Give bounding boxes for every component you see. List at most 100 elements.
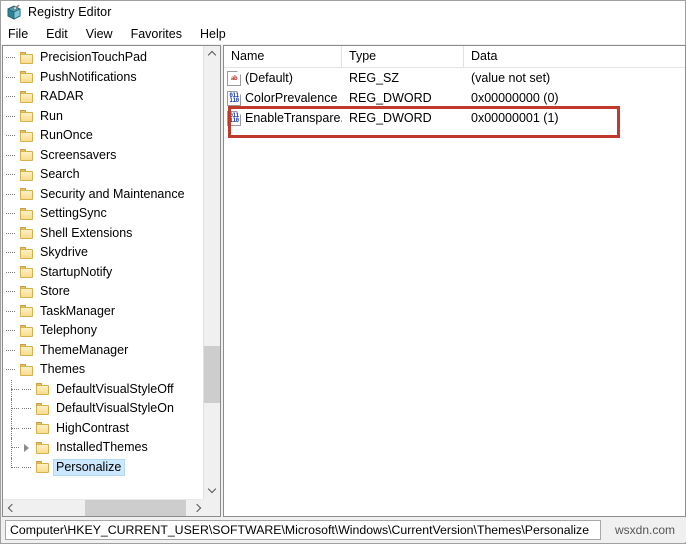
folder-icon — [19, 324, 35, 338]
folder-icon — [19, 187, 35, 201]
folder-icon — [19, 90, 35, 104]
value-row[interactable]: ab (Default) REG_SZ (value not set) — [224, 68, 685, 88]
folder-icon — [35, 382, 51, 396]
tree-item-label: Security and Maintenance — [40, 186, 185, 201]
registry-values-pane[interactable]: Name Type Data ab (Default) REG_SZ (value n… — [223, 45, 686, 517]
chevron-up-icon — [209, 51, 216, 58]
tree-item-precisiontouchpad[interactable]: PrecisionTouchPad — [3, 48, 199, 68]
tree-connector-icon — [3, 243, 19, 262]
folder-icon — [19, 343, 35, 357]
tree-item-run[interactable]: Run — [3, 107, 199, 127]
folder-icon — [19, 304, 35, 318]
tree-item-installedthemes[interactable]: InstalledThemes — [3, 438, 199, 458]
value-row[interactable]: 011 110 EnableTranspare... REG_DWORD 0x00000… — [224, 108, 685, 128]
tree-item-label: Run — [40, 108, 63, 123]
value-type-cell: REG_DWORD — [349, 111, 432, 125]
value-data-cell: 0x00000001 (1) — [471, 111, 559, 125]
folder-icon — [19, 129, 35, 143]
value-row[interactable]: 011 110 ColorPrevalence REG_DWORD 0x00000000… — [224, 88, 685, 108]
tree-item-label: Telephony — [40, 323, 97, 338]
dword-value-icon: 011 110 — [227, 90, 241, 106]
registry-tree-pane[interactable]: PrecisionTouchPad PushNotifications RADAR R… — [2, 45, 221, 517]
tree-item-taskmanager[interactable]: TaskManager — [3, 302, 199, 322]
menu-help[interactable]: Help — [200, 25, 235, 43]
window-title: Registry Editor — [28, 5, 112, 19]
tree-item-themes[interactable]: Themes — [3, 360, 199, 380]
registry-tree-list[interactable]: PrecisionTouchPad PushNotifications RADAR R… — [3, 48, 199, 480]
tree-item-security-and-maintenance[interactable]: Security and Maintenance — [3, 185, 199, 205]
menu-file[interactable]: File — [8, 25, 37, 43]
column-header-name[interactable]: Name — [224, 46, 342, 67]
folder-icon — [35, 402, 51, 416]
registry-path-text: Computer\HKEY_CURRENT_USER\SOFTWARE\Micr… — [10, 522, 590, 537]
tree-item-label: Skydrive — [40, 245, 88, 260]
tree-connector-icon — [3, 68, 19, 87]
menu-view[interactable]: View — [86, 25, 122, 43]
tree-connector-icon — [3, 302, 19, 321]
tree-connector-icon — [3, 263, 19, 282]
horizontal-scroll-thumb[interactable] — [85, 500, 186, 516]
tree-item-startupnotify[interactable]: StartupNotify — [3, 263, 199, 283]
tree-item-label: UFH — [37, 478, 70, 480]
tree-item-label: SettingSync — [40, 206, 107, 221]
value-data-cell: 0x00000000 (0) — [471, 91, 559, 105]
main-content: PrecisionTouchPad PushNotifications RADAR R… — [2, 45, 686, 517]
vertical-scroll-thumb[interactable] — [204, 346, 220, 403]
tree-item-thememanager[interactable]: ThemeManager — [3, 341, 199, 361]
menu-favorites[interactable]: Favorites — [131, 25, 191, 43]
tree-vertical-scrollbar[interactable] — [203, 46, 220, 499]
scroll-up-button[interactable] — [204, 46, 220, 63]
tree-item-label: RunOnce — [40, 128, 93, 143]
tree-item-telephony[interactable]: Telephony — [3, 321, 199, 341]
tree-connector-icon — [3, 126, 19, 145]
tree-connector-icon — [3, 165, 19, 184]
value-name-text: EnableTranspare... — [245, 111, 342, 125]
tree-item-label: RADAR — [40, 89, 84, 104]
tree-item-label: StartupNotify — [40, 264, 113, 279]
scroll-left-button[interactable] — [3, 500, 20, 516]
tree-item-settingsync[interactable]: SettingSync — [3, 204, 199, 224]
title-bar: Registry Editor — [1, 1, 685, 23]
tree-item-personalize[interactable]: Personalize — [3, 457, 199, 478]
tree-item-defaultvisualstyleoff[interactable]: DefaultVisualStyleOff — [3, 379, 199, 400]
value-name-cell: 011 110 ColorPrevalence — [224, 90, 342, 106]
value-type-cell: REG_SZ — [349, 71, 400, 85]
folder-icon — [19, 168, 35, 182]
tree-item-label: PushNotifications — [40, 69, 137, 84]
tree-item-highcontrast[interactable]: HighContrast — [3, 418, 199, 439]
tree-item-radar[interactable]: RADAR — [3, 87, 199, 107]
tree-item-search[interactable]: Search — [3, 165, 199, 185]
tree-item-store[interactable]: Store — [3, 282, 199, 302]
tree-guide-line — [3, 379, 19, 400]
folder-icon — [19, 207, 35, 221]
tree-item-label: HighContrast — [56, 420, 129, 435]
folder-icon — [19, 148, 35, 162]
chevron-left-icon — [9, 505, 16, 512]
tree-item-skydrive[interactable]: Skydrive — [3, 243, 199, 263]
tree-item-ufh[interactable]: UFH — [3, 477, 199, 480]
expand-arrow-icon[interactable] — [19, 438, 35, 457]
folder-icon — [19, 109, 35, 123]
tree-guide-line — [3, 438, 19, 458]
tree-item-pushnotifications[interactable]: PushNotifications — [3, 68, 199, 88]
scrollbar-corner — [203, 499, 220, 516]
tree-guide-line — [3, 457, 19, 478]
menu-edit[interactable]: Edit — [46, 25, 77, 43]
menu-bar: File Edit View Favorites Help — [1, 23, 685, 44]
value-name-cell: ab (Default) — [224, 70, 342, 86]
tree-item-screensavers[interactable]: Screensavers — [3, 146, 199, 166]
string-value-icon: ab — [227, 70, 241, 86]
tree-item-defaultvisualstyleon[interactable]: DefaultVisualStyleOn — [3, 399, 199, 419]
folder-icon — [19, 70, 35, 84]
chevron-down-icon — [209, 487, 216, 494]
tree-connector-icon — [3, 185, 19, 204]
values-list[interactable]: ab (Default) REG_SZ (value not set) 011 110 Co… — [224, 68, 685, 128]
tree-item-runonce[interactable]: RunOnce — [3, 126, 199, 146]
watermark-text: wsxdn.com — [615, 522, 676, 537]
scroll-down-button[interactable] — [204, 482, 220, 499]
column-header-type[interactable]: Type — [342, 46, 464, 67]
column-header-data[interactable]: Data — [464, 46, 685, 67]
tree-horizontal-scrollbar[interactable] — [3, 499, 205, 516]
tree-item-shell-extensions[interactable]: Shell Extensions — [3, 224, 199, 244]
tree-item-label: DefaultVisualStyleOn — [56, 401, 174, 416]
